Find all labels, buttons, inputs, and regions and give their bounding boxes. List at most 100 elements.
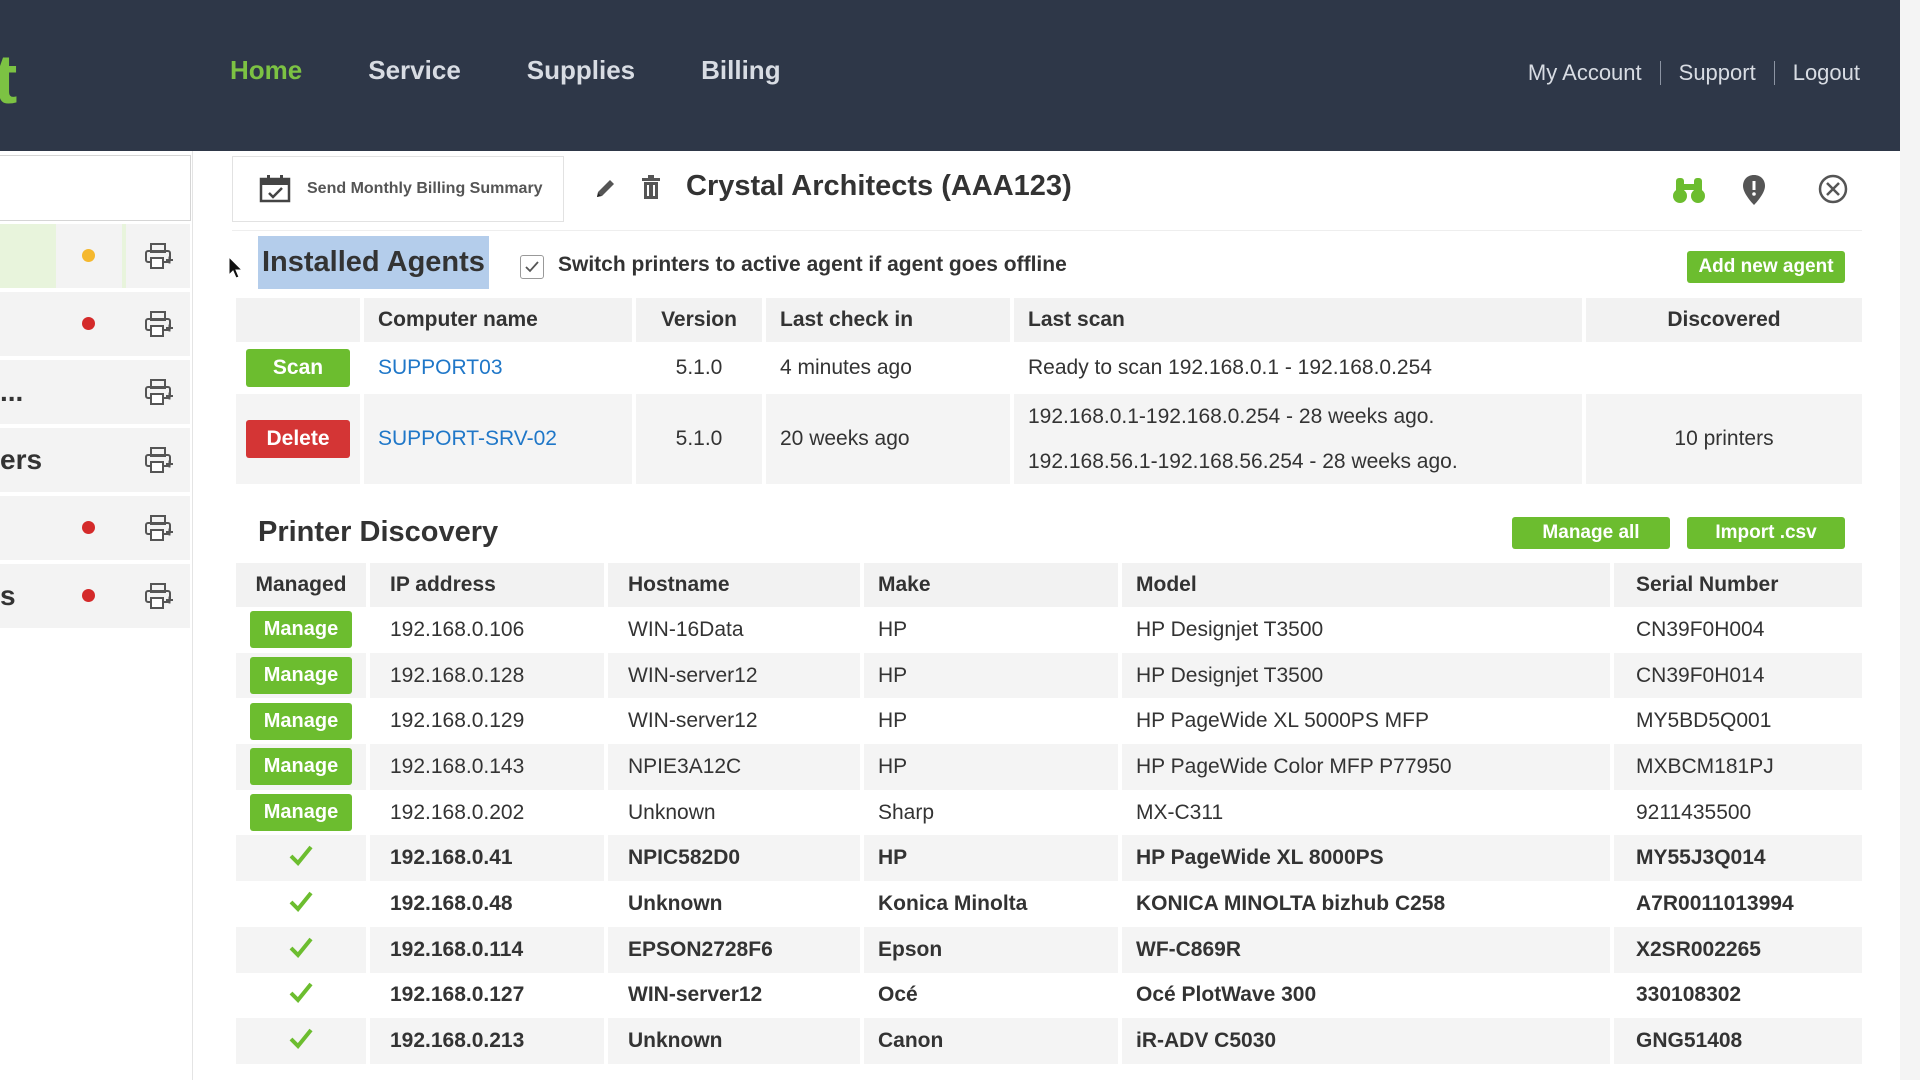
my-account-link[interactable]: My Account bbox=[1528, 60, 1642, 86]
make-cell: Canon bbox=[864, 1018, 1118, 1064]
make-cell: Konica Minolta bbox=[878, 891, 1028, 915]
add-printer-cell[interactable] bbox=[126, 428, 190, 492]
serial-number-cell: A7R0011013994 bbox=[1636, 891, 1794, 915]
add-printer-cell[interactable] bbox=[126, 292, 190, 356]
manage-button[interactable]: Manage bbox=[249, 611, 353, 649]
model-cell: HP PageWide XL 8000PS bbox=[1122, 835, 1610, 882]
model-cell: Océ PlotWave 300 bbox=[1136, 983, 1317, 1007]
discovered-printer-row: Manage 192.168.0.106 WIN-16Data HP HP Design… bbox=[236, 607, 1862, 653]
ip-address-cell: 192.168.0.48 bbox=[390, 891, 513, 915]
nav-billing[interactable]: Billing bbox=[701, 55, 780, 86]
status-dot bbox=[82, 249, 95, 262]
model-cell: HP PageWide XL 5000PS MFP bbox=[1136, 709, 1429, 733]
nav-service[interactable]: Service bbox=[368, 55, 461, 86]
divider bbox=[1659, 61, 1661, 85]
manage-button[interactable]: Manage bbox=[249, 748, 353, 786]
serial-number-cell: CN39F0H014 bbox=[1614, 652, 1862, 699]
discovered-printer-row: Manage 192.168.0.128 WIN-server12 HP HP Desi… bbox=[236, 652, 1862, 699]
sidebar-customer-row[interactable]: ers bbox=[0, 428, 190, 492]
column-header-serial-number: Serial Number bbox=[1614, 563, 1862, 607]
status-cell bbox=[56, 360, 122, 424]
logout-link[interactable]: Logout bbox=[1793, 60, 1860, 86]
add-printer-cell[interactable] bbox=[126, 496, 190, 560]
page-scrollbar[interactable] bbox=[1900, 0, 1920, 1080]
installed-agents-heading: Installed Agents bbox=[258, 236, 489, 289]
nav-supplies[interactable]: Supplies bbox=[527, 55, 635, 86]
serial-number-cell: MXBCM181PJ bbox=[1614, 744, 1862, 790]
sidebar-customer-row[interactable] bbox=[0, 496, 190, 560]
import-csv-button[interactable]: Import .csv bbox=[1687, 517, 1845, 549]
sidebar-customer-row[interactable]: s bbox=[0, 564, 190, 628]
agent-computer-link[interactable]: SUPPORT-SRV-02 bbox=[378, 427, 557, 450]
model-cell: iR-ADV C5030 bbox=[1122, 1018, 1610, 1064]
agents-table-header: Computer name Version Last check in Last… bbox=[236, 298, 1862, 342]
column-header-ip-address: IP address bbox=[370, 563, 604, 607]
column-header-last-scan: Last scan bbox=[1014, 298, 1582, 342]
discovered-printer-row: Manage 192.168.0.202 Unknown Sharp MX-C311 92… bbox=[236, 790, 1862, 836]
binoculars-icon[interactable] bbox=[1672, 174, 1706, 206]
column-header-make: Make bbox=[864, 563, 1118, 607]
printer-add-icon[interactable] bbox=[144, 582, 174, 610]
manage-all-button[interactable]: Manage all bbox=[1512, 517, 1670, 549]
sidebar-customer-row[interactable] bbox=[0, 292, 190, 356]
printer-add-icon[interactable] bbox=[144, 446, 174, 474]
main-nav: Home Service Supplies Billing bbox=[230, 55, 847, 86]
printer-add-icon[interactable] bbox=[144, 514, 174, 542]
add-new-agent-button[interactable]: Add new agent bbox=[1687, 251, 1845, 283]
switch-agent-checkbox[interactable] bbox=[520, 255, 544, 279]
send-billing-summary-label: Send Monthly Billing Summary bbox=[307, 180, 543, 197]
discovered-printer-row: Manage 192.168.0.143 NPIE3A12C HP HP PageWid… bbox=[236, 744, 1862, 790]
scan-button[interactable]: Scan bbox=[246, 349, 350, 387]
nav-home[interactable]: Home bbox=[230, 55, 302, 86]
add-printer-cell[interactable] bbox=[126, 564, 190, 628]
printer-add-icon[interactable] bbox=[144, 378, 174, 406]
hostname-cell: WIN-server12 bbox=[628, 983, 763, 1007]
manage-button[interactable]: Manage bbox=[249, 794, 353, 832]
column-header-computer-name: Computer name bbox=[364, 298, 632, 342]
sidebar-customer-row[interactable] bbox=[0, 224, 190, 288]
hostname-cell: WIN-server12 bbox=[628, 709, 758, 733]
managed-check-icon bbox=[289, 983, 313, 1004]
agent-last-check-in: 20 weeks ago bbox=[766, 394, 1010, 484]
send-billing-summary-button[interactable]: Send Monthly Billing Summary bbox=[232, 156, 564, 222]
column-header-version: Version bbox=[636, 298, 762, 342]
agent-computer-link[interactable]: SUPPORT03 bbox=[378, 356, 503, 379]
last-scan-line: 192.168.56.1-192.168.56.254 - 28 weeks a… bbox=[1028, 450, 1458, 473]
hostname-cell: NPIE3A12C bbox=[608, 744, 860, 790]
status-dot bbox=[82, 317, 95, 330]
column-header-last-check-in: Last check in bbox=[766, 298, 1010, 342]
delete-button[interactable]: Delete bbox=[246, 420, 350, 458]
manage-button[interactable]: Manage bbox=[249, 657, 353, 695]
status-dot bbox=[82, 521, 95, 534]
discovered-printer-row: 192.168.0.114 EPSON2728F6 Epson WF-C869R X2S… bbox=[236, 926, 1862, 973]
trash-icon[interactable] bbox=[640, 174, 662, 200]
add-printer-cell[interactable] bbox=[126, 360, 190, 424]
hostname-cell: EPSON2728F6 bbox=[608, 926, 860, 973]
location-pin-icon[interactable] bbox=[1742, 174, 1766, 206]
serial-number-cell: 330108302 bbox=[1636, 983, 1742, 1007]
printer-add-icon[interactable] bbox=[144, 242, 174, 270]
add-printer-cell[interactable] bbox=[126, 224, 190, 288]
ip-address-cell: 192.168.0.114 bbox=[370, 926, 604, 973]
sidebar-customer-row[interactable]: ... bbox=[0, 360, 190, 424]
customer-panel-header: Send Monthly Billing Summary Crystal Arc… bbox=[232, 156, 1862, 231]
sidebar-row-label: ers bbox=[0, 444, 43, 475]
customer-title: Crystal Architects (AAA123) bbox=[686, 170, 1072, 202]
sidebar-search-input[interactable] bbox=[0, 155, 191, 221]
edit-icon[interactable] bbox=[594, 176, 618, 200]
sidebar-row-name bbox=[0, 224, 52, 288]
managed-cell: Manage bbox=[236, 698, 366, 744]
discovered-printer-row: 192.168.0.41 NPIC582D0 HP HP PageWide XL 80… bbox=[236, 835, 1862, 882]
manage-button[interactable]: Manage bbox=[249, 702, 353, 740]
logo[interactable]: t bbox=[0, 44, 17, 114]
status-cell bbox=[56, 292, 122, 356]
status-cell bbox=[56, 428, 122, 492]
switch-agent-label: Switch printers to active agent if agent… bbox=[558, 253, 1067, 276]
printer-discovery-table: Managed IP address Hostname Make Model S… bbox=[232, 563, 1866, 1064]
column-header-hostname: Hostname bbox=[608, 563, 860, 607]
printer-add-icon[interactable] bbox=[144, 310, 174, 338]
managed-cell bbox=[236, 926, 366, 973]
managed-cell: Manage bbox=[236, 790, 366, 836]
close-icon[interactable] bbox=[1818, 174, 1848, 204]
support-link[interactable]: Support bbox=[1679, 60, 1756, 86]
